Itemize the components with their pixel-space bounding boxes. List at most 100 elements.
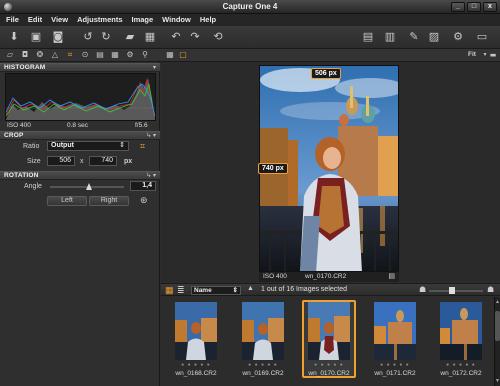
rotate-left-button[interactable]: Left [47, 196, 87, 206]
thumbnail-item[interactable]: ● ● ● ● ● wn_0169.CR2 [236, 300, 290, 378]
grid-view-icon[interactable]: ▦ [165, 285, 174, 296]
crop-height-badge: 740 px [258, 163, 288, 174]
window-title: Capture One 4 [222, 2, 278, 11]
gear-icon[interactable]: ⚙ [452, 31, 464, 43]
menu-help[interactable]: Help [200, 14, 216, 26]
reset-icon[interactable]: ⟲ [212, 31, 224, 43]
crop-width-field[interactable]: 506 [47, 156, 75, 166]
rotation-menu-icon[interactable]: ↳ ▾ [146, 172, 156, 180]
ratio-label: Ratio [23, 143, 40, 150]
thumbnail-image [242, 302, 284, 360]
metadata-tab-icon[interactable]: ▤ [95, 50, 105, 60]
scrollbar-thumb[interactable] [495, 311, 500, 341]
menu-image[interactable]: Image [131, 14, 153, 26]
thumbnail-image [440, 302, 482, 360]
color-tab-icon[interactable]: ❂ [35, 50, 45, 60]
thumbnail-filename: wn_0172.CR2 [440, 370, 482, 377]
rotate-left-icon[interactable]: ↺ [82, 31, 94, 43]
angle-value-field[interactable]: 1,4 [130, 181, 156, 191]
process-icon[interactable]: ▤ [362, 31, 374, 43]
library-tab-icon[interactable]: ▱ [5, 50, 15, 60]
menu-edit[interactable]: Edit [28, 14, 42, 26]
close-button[interactable]: x [483, 2, 497, 12]
crop-tab-icon[interactable]: ⌗ [65, 50, 75, 60]
thumbnail-item[interactable]: ● ● ● ● ● wn_0168.CR2 [169, 300, 223, 378]
person-icon[interactable]: ☗ [487, 285, 494, 294]
rating-stars[interactable]: ● ● ● ● ● [372, 362, 418, 368]
crop-overlay-icon[interactable]: ▢ [178, 50, 188, 60]
import-icon[interactable]: ⬇ [8, 31, 20, 43]
thumbnail-scrollbar[interactable]: ▲ ▼ [494, 297, 500, 386]
thumbnail-item-selected[interactable]: ● ● ● ● ● wn_0170.CR2 [302, 300, 356, 378]
straighten-icon[interactable]: ⊛ [140, 195, 148, 206]
info-icon[interactable]: ▤ [388, 272, 395, 280]
rotation-header[interactable]: ROTATION ↳ ▾ [0, 171, 160, 180]
menu-adjustments[interactable]: Adjustments [77, 14, 122, 26]
size-x-label: x [80, 158, 84, 165]
rotate-right-button[interactable]: Right [89, 196, 129, 206]
thumbnail-filename: wn_0169.CR2 [242, 370, 284, 377]
sort-direction-icon[interactable]: ▲ [247, 285, 254, 292]
capture-icon[interactable]: ▣ [30, 31, 42, 43]
zoom-fit-label[interactable]: Fit [468, 51, 476, 58]
ratio-select[interactable]: Output ⇕ [47, 141, 129, 151]
tool-panel: HISTOGRAM ▾ ISO 400 0.8 sec f/5.6 CROP ↳… [0, 62, 160, 386]
menu-file[interactable]: File [6, 14, 19, 26]
undo-icon[interactable]: ↶ [170, 31, 182, 43]
thumbnail-filename: wn_0170.CR2 [308, 370, 350, 377]
output-tab-icon[interactable]: ▦ [110, 50, 120, 60]
crop-tool-icon[interactable]: ⌗ [140, 141, 145, 152]
rating-stars[interactable]: ● ● ● ● ● [306, 362, 352, 368]
thumbnail-item[interactable]: ● ● ● ● ● wn_0171.CR2 [368, 300, 422, 378]
crop-height-field[interactable]: 740 [89, 156, 117, 166]
histogram-shutter: 0.8 sec [67, 122, 88, 129]
angle-slider[interactable] [50, 183, 124, 190]
camera-icon[interactable]: ◙ [52, 31, 64, 43]
maximize-button[interactable]: □ [467, 2, 481, 12]
sort-select[interactable]: Name ⇕ [191, 286, 241, 295]
angle-slider-handle[interactable] [86, 183, 92, 190]
list-view-icon[interactable]: ≣ [177, 285, 185, 296]
capture-tab-icon[interactable]: ◘ [20, 50, 30, 60]
person-icon[interactable]: ☗ [419, 285, 426, 294]
chevron-down-icon[interactable]: ▾ [153, 64, 156, 72]
settings-tab-icon[interactable]: ⚙ [125, 50, 135, 60]
view-mode-icon[interactable]: ▭ [476, 31, 488, 43]
scroll-up-icon[interactable]: ▲ [495, 299, 500, 305]
minimize-button[interactable]: _ [451, 2, 465, 12]
thumbnail-size-slider[interactable] [429, 287, 483, 294]
chevron-down-icon: ⇕ [119, 142, 125, 149]
move-to-folder-icon[interactable]: ▰ [124, 31, 136, 43]
batch-icon[interactable]: ▥ [384, 31, 396, 43]
focus-tab-icon[interactable]: ⊙ [80, 50, 90, 60]
thumbnail-size-handle[interactable] [449, 287, 455, 294]
rating-stars[interactable]: ● ● ● ● ● [240, 362, 286, 368]
exposure-tab-icon[interactable]: △ [50, 50, 60, 60]
zoom-slider-icon[interactable]: ▬ [488, 50, 498, 60]
rating-stars[interactable]: ● ● ● ● ● [173, 362, 219, 368]
tool-tabs: ▱ ◘ ❂ △ ⌗ ⊙ ▤ ▦ ⚙ ⚲ ▦ ▢ Fit ▾ ▬ [0, 49, 500, 62]
selection-count: 1 out of 16 Images selected [261, 286, 347, 293]
edit-icon[interactable]: ✎ [408, 31, 420, 43]
grid-icon[interactable]: ▦ [165, 50, 175, 60]
thumbnail-image [374, 302, 416, 360]
crop-header[interactable]: CROP ↳ ▾ [0, 131, 160, 140]
menu-view[interactable]: View [51, 14, 68, 26]
copy-apply-icon[interactable]: ▨ [428, 31, 440, 43]
adjustments-tab-icon[interactable]: ⚲ [140, 50, 150, 60]
crop-width-badge: 506 px [311, 68, 341, 79]
trash-icon[interactable]: ▦ [144, 31, 156, 43]
thumbnail-item[interactable]: ● ● ● ● ● wn_0172.CR2 [434, 300, 488, 378]
histogram-header[interactable]: HISTOGRAM ▾ [0, 63, 160, 72]
rating-stars[interactable]: ● ● ● ● ● [438, 362, 484, 368]
thumbnail-filename: wn_0171.CR2 [374, 370, 416, 377]
rotate-right-icon[interactable]: ↻ [100, 31, 112, 43]
chevron-down-icon: ⇕ [232, 287, 238, 294]
photo-info-bar: ISO 400 wn_0170.CR2 ▤ [259, 272, 399, 282]
rotation-title: ROTATION [4, 172, 39, 179]
crop-menu-icon[interactable]: ↳ ▾ [146, 132, 156, 140]
browser-toolbar: ▦ ≣ Name ⇕ ▲ 1 out of 16 Images selected… [161, 283, 500, 296]
scroll-down-icon[interactable]: ▼ [495, 378, 500, 384]
redo-icon[interactable]: ↷ [189, 31, 201, 43]
menu-window[interactable]: Window [162, 14, 191, 26]
